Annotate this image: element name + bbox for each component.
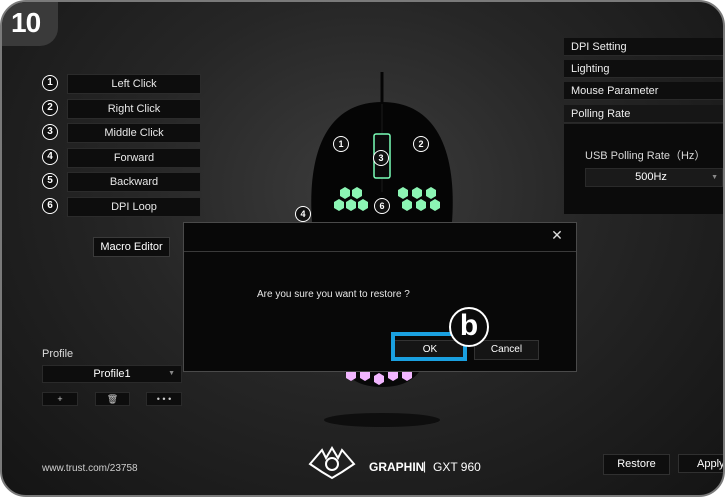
restore-confirm-dialog: ✕ Are you sure you want to restore ? OK … (183, 222, 577, 372)
button-number: 3 (42, 124, 58, 140)
dpi-loop-button[interactable]: DPI Loop (67, 197, 201, 217)
button-row-2[interactable]: 2 Right Click (42, 99, 201, 119)
button-number: 1 (42, 75, 58, 91)
support-url[interactable]: www.trust.com/23758 (42, 463, 138, 474)
chevron-down-icon: ▼ (168, 370, 175, 377)
step-callout-badge: b (449, 307, 489, 347)
button-number: 2 (42, 100, 58, 116)
menu-dpi-setting[interactable]: DPI Setting (564, 38, 723, 56)
button-row-4[interactable]: 4 Forward (42, 148, 201, 168)
button-number: 6 (42, 198, 58, 214)
polling-rate-select[interactable]: 500Hz ▼ (585, 168, 723, 187)
button-row-1[interactable]: 1 Left Click (42, 74, 201, 94)
forward-button[interactable]: Forward (67, 148, 201, 168)
dialog-header: ✕ (184, 223, 576, 252)
button-row-3[interactable]: 3 Middle Click (42, 123, 201, 143)
cancel-button[interactable]: Cancel (474, 340, 539, 360)
profile-select[interactable]: Profile1 ▼ (42, 365, 182, 383)
delete-profile-button[interactable]: 🗑 (95, 392, 130, 406)
brand-name: GRAPHIN (369, 460, 425, 474)
mouse-label-1: 1 (333, 136, 349, 152)
menu-lighting[interactable]: Lighting (564, 60, 723, 78)
dialog-message: Are you sure you want to restore ? (257, 289, 410, 300)
step-number: 10 (11, 7, 41, 38)
backward-button[interactable]: Backward (67, 172, 201, 192)
brand-model: GXT 960 (433, 460, 481, 474)
polling-rate-label: USB Polling Rate（Hz） (585, 150, 706, 162)
more-options-button[interactable]: • • • (146, 392, 182, 406)
mouse-label-3: 3 (373, 150, 389, 166)
profile-value: Profile1 (93, 368, 131, 380)
macro-editor-button[interactable]: Macro Editor (93, 237, 170, 257)
brand-separator: | (423, 459, 427, 473)
add-profile-button[interactable]: + (42, 392, 78, 406)
menu-polling-rate[interactable]: Polling Rate (564, 105, 723, 123)
app-window: 1 2 3 4 6 10 1 Left Click 2 Right Click … (0, 0, 725, 497)
button-row-6[interactable]: 6 DPI Loop (42, 197, 201, 217)
restore-button[interactable]: Restore (603, 454, 670, 475)
button-number: 5 (42, 173, 58, 189)
gxt-logo (308, 446, 356, 480)
button-number: 4 (42, 149, 58, 165)
button-row-5[interactable]: 5 Backward (42, 172, 201, 192)
step-tab: 10 (2, 2, 58, 46)
right-click-button[interactable]: Right Click (67, 99, 201, 119)
profile-label: Profile (42, 348, 74, 360)
close-icon[interactable]: ✕ (548, 227, 566, 244)
mouse-label-4: 4 (295, 206, 311, 222)
chevron-down-icon: ▼ (711, 174, 718, 181)
left-click-button[interactable]: Left Click (67, 74, 201, 94)
apply-button[interactable]: Apply (678, 454, 723, 473)
mouse-label-2: 2 (413, 136, 429, 152)
menu-mouse-parameter[interactable]: Mouse Parameter (564, 82, 723, 100)
middle-click-button[interactable]: Middle Click (67, 123, 201, 143)
mouse-label-6: 6 (374, 198, 390, 214)
polling-rate-value: 500Hz (635, 171, 667, 183)
